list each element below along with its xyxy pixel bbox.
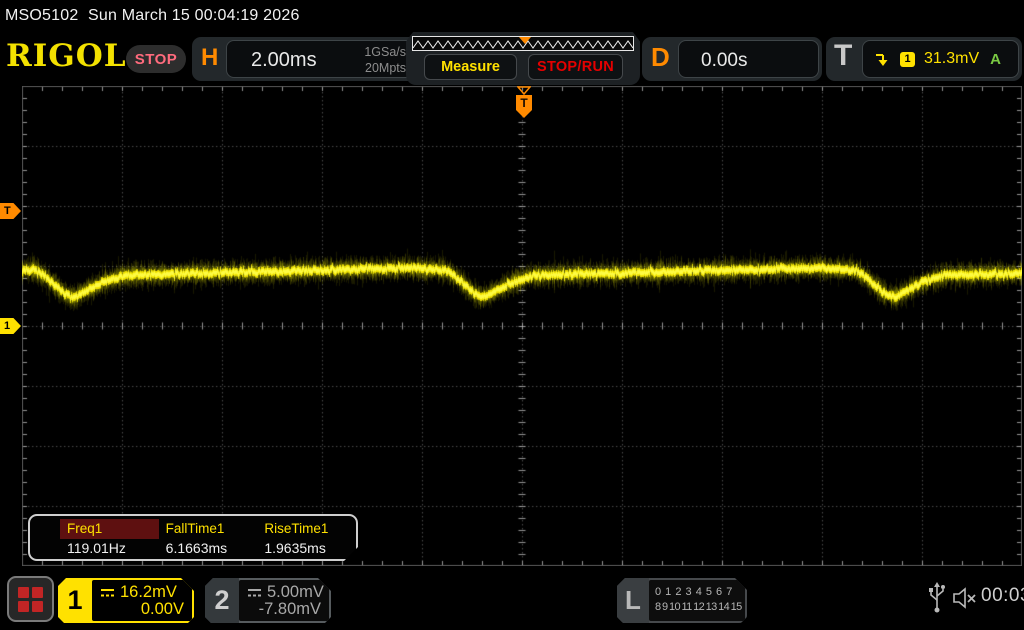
measurement-falltime[interactable]: FallTime1 6.1663ms	[159, 519, 258, 556]
footer-bar: 1 16.2mV 0.00V 2 5.00mV -7.80mV L 0 1 2 …	[0, 568, 1024, 630]
trigger-position-marker[interactable]: T	[515, 86, 533, 120]
horizontal-panel[interactable]: H 2.00ms 1GSa/s 20Mpts	[192, 37, 418, 81]
trigger-inner: 1 31.3mV A	[862, 40, 1019, 78]
trigger-sweep-mode: A	[990, 51, 1001, 68]
horizontal-label: H	[201, 44, 218, 72]
delay-value: 0.00s	[701, 50, 747, 72]
measure-button[interactable]: Measure	[424, 54, 517, 80]
oscilloscope-screen: MSO5102 Sun March 15 00:04:19 2026 RIGOL…	[0, 0, 1024, 630]
speaker-muted-icon	[952, 585, 978, 611]
channel-1-offset: 0.00V	[141, 600, 184, 619]
logic-channels-panel[interactable]: L 0 1 2 3 4 5 6 7 8 9 10 11 12 13 14 15	[617, 578, 747, 623]
trigger-source-badge: 1	[900, 52, 915, 67]
trigger-position-badge: T	[516, 95, 532, 118]
title-bar: MSO5102 Sun March 15 00:04:19 2026	[0, 0, 1024, 32]
plot-canvas	[22, 86, 1022, 566]
menu-grid-icon	[32, 587, 43, 598]
measurement-value: 119.01Hz	[60, 539, 159, 558]
measurement-risetime[interactable]: RiseTime1 1.9635ms	[257, 519, 356, 556]
header-bar: RIGOL STOP H 2.00ms 1GSa/s 20Mpts Measur…	[0, 32, 1024, 85]
menu-grid-icon	[18, 601, 29, 612]
trigger-level-marker[interactable]: T	[0, 203, 21, 219]
channel-2-badge[interactable]: 2 5.00mV -7.80mV	[205, 578, 331, 623]
measurement-label: RiseTime1	[257, 519, 356, 539]
menu-grid-icon	[32, 601, 43, 612]
measurement-freq[interactable]: Freq1 119.01Hz	[60, 519, 159, 556]
trigger-label: T	[834, 39, 852, 73]
logic-row-1: 0 1 2 3 4 5 6 7	[655, 585, 745, 600]
horizontal-inner: 2.00ms 1GSa/s 20Mpts	[226, 40, 415, 78]
trigger-position-hollow-triangle-icon	[517, 86, 531, 95]
delay-label: D	[651, 42, 670, 73]
sample-rate-block: 1GSa/s 20Mpts	[364, 44, 406, 76]
overview-position-marker[interactable]	[519, 37, 531, 44]
trigger-panel[interactable]: T 1 31.3mV A	[826, 37, 1022, 81]
menu-grid-icon	[18, 587, 29, 598]
channel-1-ground-marker[interactable]: 1	[0, 318, 21, 334]
memory-depth: 20Mpts	[364, 60, 406, 76]
channel-1-badge[interactable]: 1 16.2mV 0.00V	[58, 578, 194, 623]
channel-2-number: 2	[205, 578, 239, 623]
usb-icon	[928, 582, 946, 614]
delay-panel[interactable]: D 0.00s	[642, 37, 822, 81]
logic-label: L	[617, 578, 649, 623]
measurement-label: Freq1	[60, 519, 159, 539]
delay-inner: 0.00s	[678, 40, 819, 78]
menu-button[interactable]	[7, 576, 54, 622]
trigger-level-value: 31.3mV	[924, 50, 979, 68]
model-name: MSO5102	[5, 7, 78, 25]
measurement-label: FallTime1	[159, 519, 258, 539]
datetime-text: Sun March 15 00:04:19 2026	[88, 7, 300, 25]
uptime-clock: 00:03	[981, 585, 1024, 607]
measurement-value: 1.9635ms	[257, 539, 356, 558]
rigol-logo: RIGOL	[6, 38, 127, 74]
timebase-value: 2.00ms	[251, 49, 317, 72]
falling-edge-icon	[875, 52, 891, 67]
acquisition-status-badge: STOP	[126, 45, 186, 73]
channel-2-offset: -7.80mV	[259, 600, 321, 619]
measurement-overlay: Freq1 119.01Hz FallTime1 6.1663ms RiseTi…	[28, 514, 358, 561]
stop-run-button[interactable]: STOP/RUN	[528, 54, 623, 80]
dc-coupling-icon	[247, 588, 262, 598]
sample-rate: 1GSa/s	[364, 44, 406, 60]
channel-1-number: 1	[58, 578, 92, 623]
logic-row-2: 8 9 10 11 12 13 14 15	[655, 600, 745, 615]
measurement-value: 6.1663ms	[159, 539, 258, 558]
dc-coupling-icon	[100, 588, 115, 598]
